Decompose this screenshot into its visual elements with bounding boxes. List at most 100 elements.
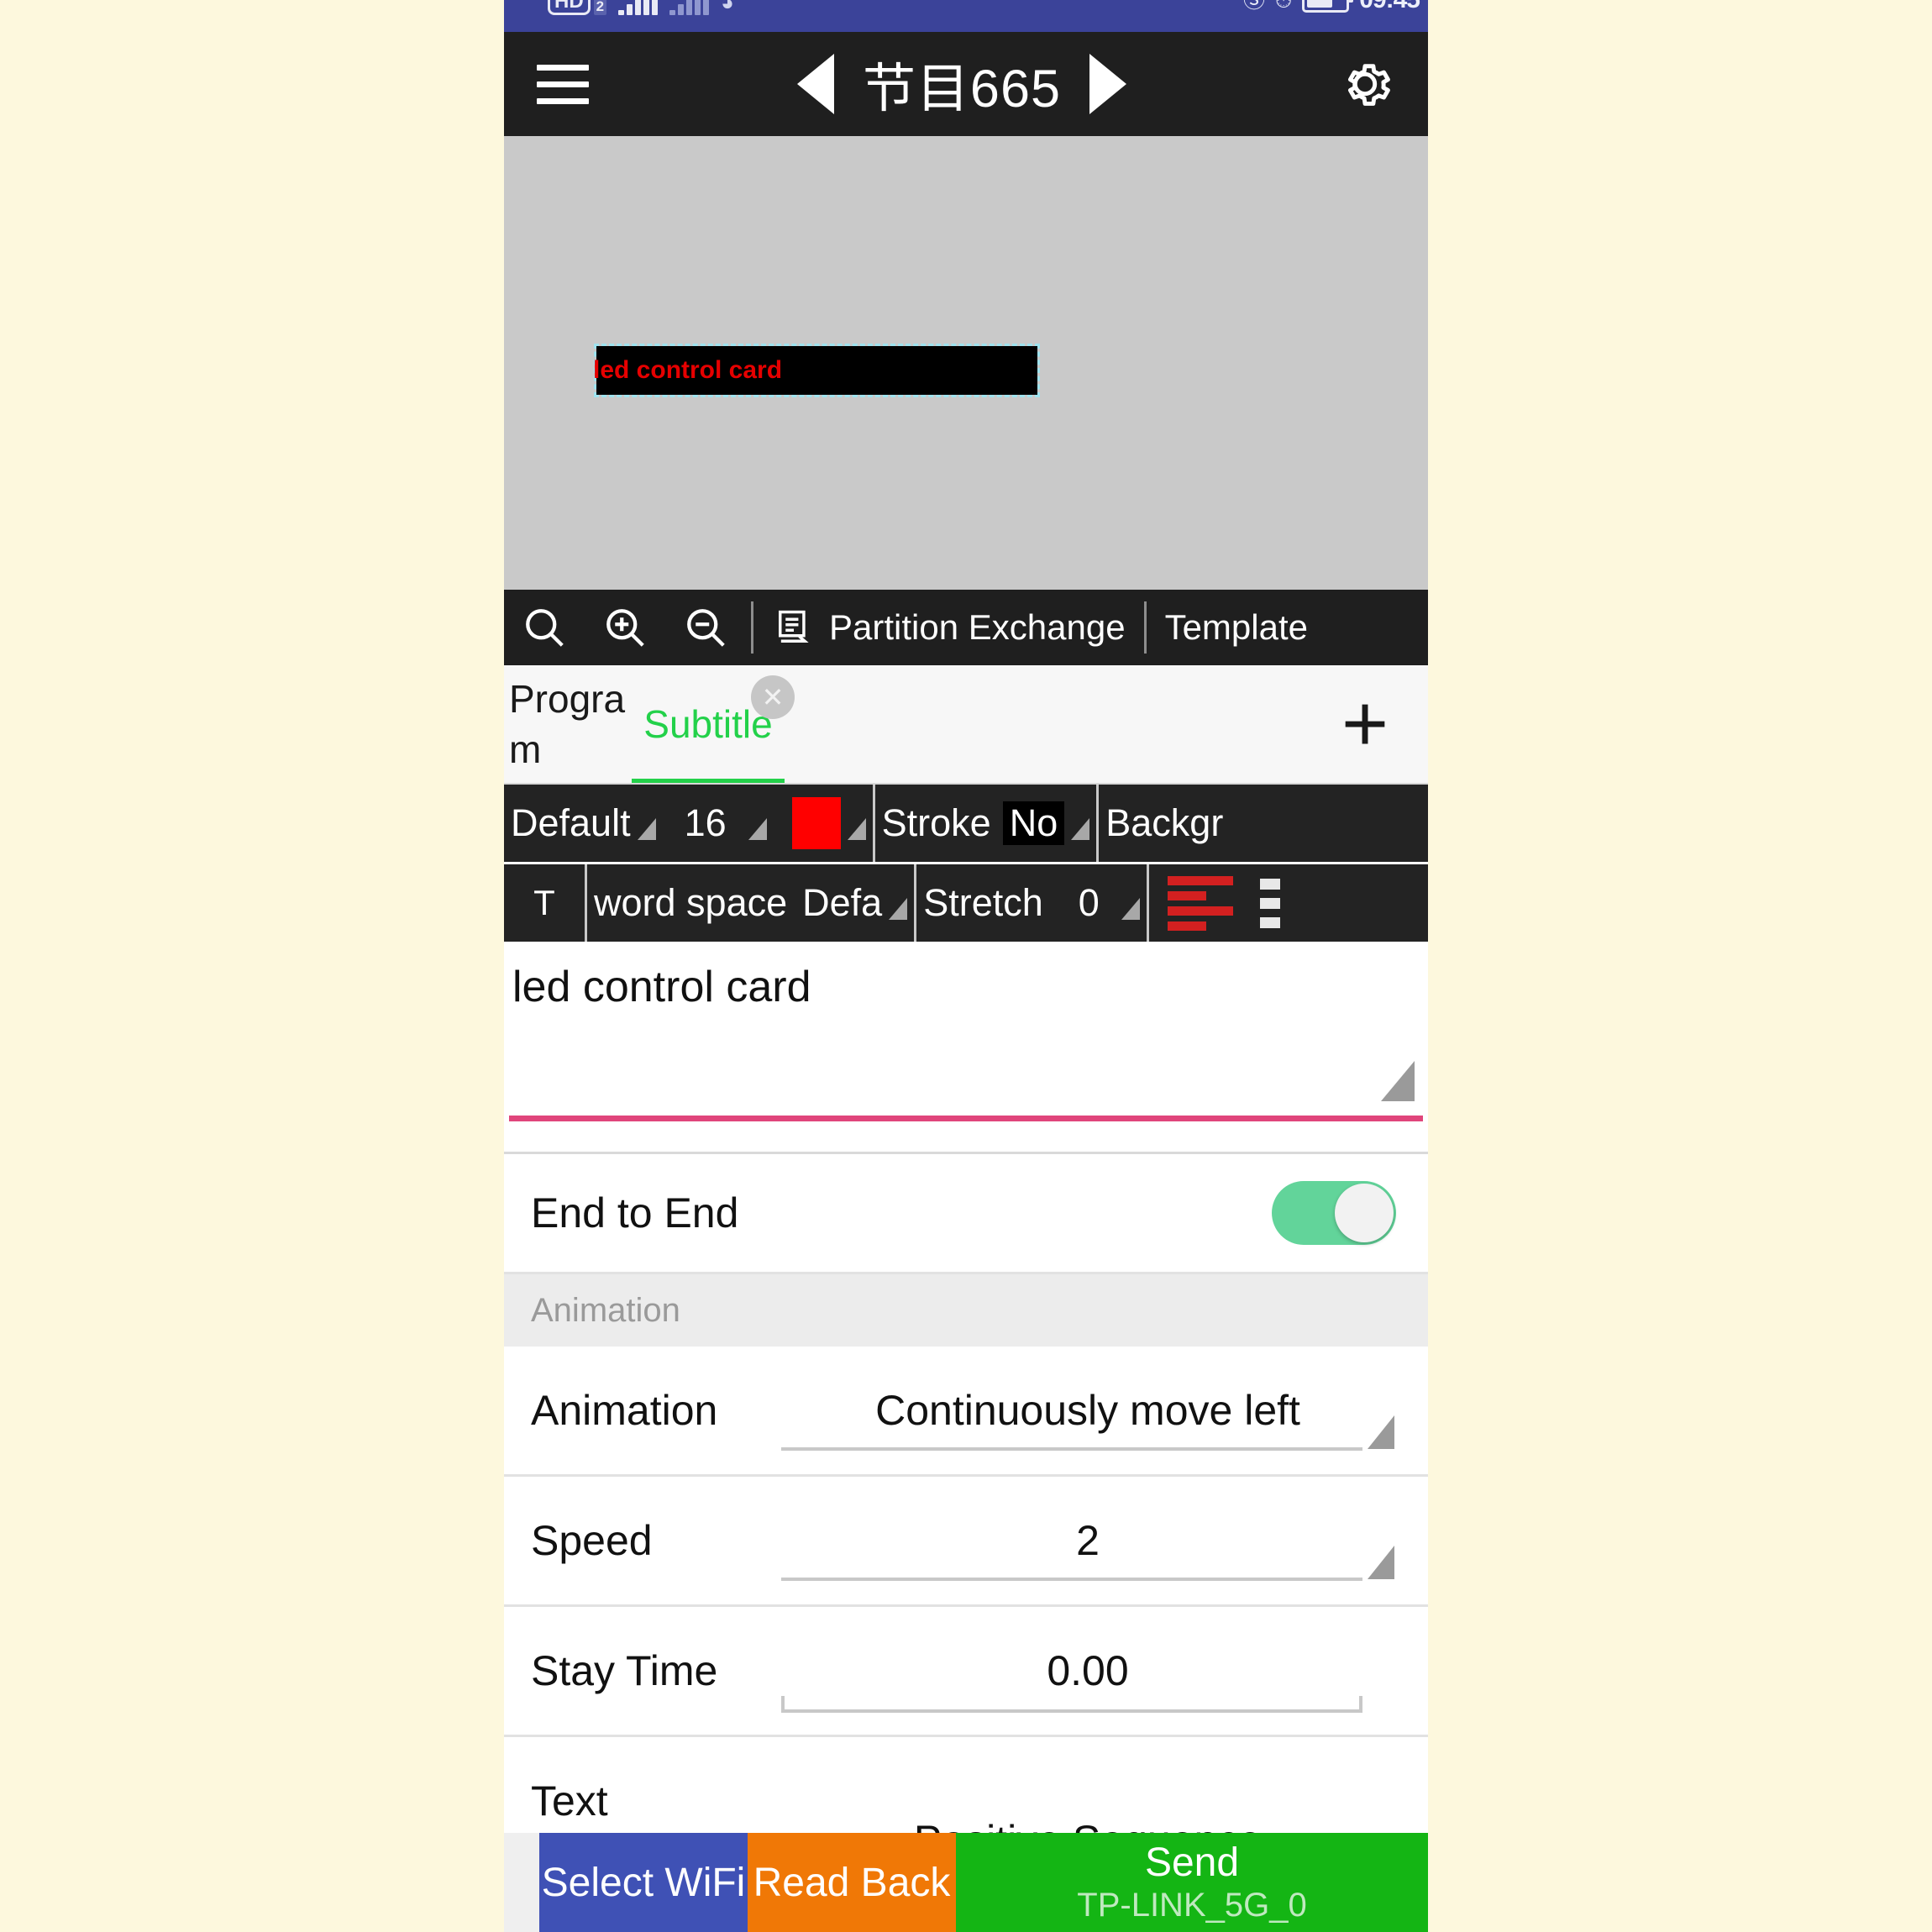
chevron-down-icon bbox=[1071, 818, 1090, 840]
tab-subtitle[interactable]: Subtitle ✕ bbox=[632, 665, 795, 783]
preview-toolbar: Partition Exchange Template bbox=[504, 590, 1428, 665]
phone-screen: HD 2 ◕ Ⓢ ⏱ 09:45 节目665 bbox=[504, 0, 1428, 1932]
divider bbox=[751, 601, 753, 654]
divider bbox=[1143, 601, 1147, 654]
tab-program-label: Program bbox=[509, 677, 626, 771]
subtitle-text-value: led control card bbox=[512, 963, 811, 1011]
active-tab-indicator bbox=[632, 779, 785, 783]
gear-icon[interactable] bbox=[1302, 53, 1428, 115]
input-underline bbox=[509, 1116, 1423, 1121]
hd-label: HD bbox=[548, 0, 591, 15]
font-family-value: Default bbox=[511, 801, 631, 844]
signal-bars-icon bbox=[669, 0, 710, 15]
content-tabs: Program Subtitle ✕ + bbox=[504, 665, 1428, 785]
read-back-label: Read Back bbox=[753, 1860, 951, 1905]
animation-value-wrap[interactable]: Continuously move left bbox=[781, 1347, 1394, 1474]
zoom-out-icon[interactable] bbox=[665, 602, 746, 653]
chevron-down-icon bbox=[637, 818, 656, 840]
chevron-down-icon bbox=[889, 898, 908, 920]
select-wifi-button[interactable]: Select WiFi bbox=[539, 1833, 748, 1932]
animation-section-header: Animation bbox=[504, 1274, 1428, 1347]
font-family-selector[interactable]: Default bbox=[504, 785, 663, 862]
connected-ssid: TP-LINK_5G_0 bbox=[1077, 1887, 1307, 1924]
chevron-down-icon bbox=[1368, 1546, 1394, 1579]
program-navigator: 节目665 bbox=[622, 46, 1302, 123]
background-selector[interactable]: Backgr bbox=[1099, 785, 1230, 862]
chevron-down-icon bbox=[748, 818, 767, 840]
resize-grabber-icon[interactable] bbox=[1381, 1061, 1415, 1101]
end-to-end-row[interactable]: End to End bbox=[504, 1154, 1428, 1274]
subtitle-text-input[interactable]: led control card bbox=[504, 942, 1428, 1130]
status-bar-right-icons: Ⓢ ⏱ 09:45 bbox=[1243, 0, 1420, 13]
speed-value-wrap[interactable]: 2 bbox=[781, 1477, 1394, 1604]
stay-time-value: 0.00 bbox=[1047, 1647, 1129, 1694]
template-button[interactable]: Template bbox=[1152, 607, 1321, 648]
stretch-value: 0 bbox=[1078, 881, 1100, 924]
stretch-label: Stretch bbox=[923, 881, 1043, 924]
next-triangle-icon[interactable] bbox=[1089, 54, 1127, 114]
field-underline bbox=[781, 1578, 1362, 1581]
color-swatch bbox=[791, 797, 841, 849]
text-label: Text bbox=[531, 1777, 608, 1824]
bottom-action-bar: Select WiFi Read Back Send TP-LINK_5G_0 bbox=[504, 1833, 1428, 1932]
nfc-icon: Ⓢ bbox=[1242, 0, 1265, 13]
status-bar: HD 2 ◕ Ⓢ ⏱ 09:45 bbox=[504, 0, 1428, 32]
battery-icon bbox=[1302, 0, 1354, 13]
led-preview-text: led control card bbox=[593, 356, 783, 384]
align-left-icon[interactable] bbox=[1149, 875, 1252, 931]
chevron-down-icon bbox=[1368, 1415, 1394, 1449]
animation-value: Continuously move left bbox=[875, 1387, 1300, 1434]
add-subtitle-button[interactable]: + bbox=[1302, 665, 1428, 783]
chevron-down-icon bbox=[847, 818, 866, 840]
word-space-value: Defa bbox=[802, 881, 883, 924]
stay-time-value-wrap[interactable]: 0.00 bbox=[781, 1607, 1394, 1735]
background-label: Backgr bbox=[1105, 801, 1224, 844]
toggle-knob bbox=[1335, 1184, 1394, 1242]
status-clock: 09:45 bbox=[1359, 0, 1420, 13]
stroke-label: Stroke bbox=[881, 801, 991, 844]
speed-label: Speed bbox=[531, 1517, 653, 1564]
hd-sublabel: 2 bbox=[593, 0, 607, 15]
speed-value: 2 bbox=[1076, 1517, 1100, 1564]
close-icon[interactable]: ✕ bbox=[751, 675, 795, 719]
stretch-selector[interactable]: Stretch 0 bbox=[916, 864, 1147, 942]
font-size-selector[interactable]: 16 bbox=[663, 785, 774, 862]
led-preview-canvas[interactable]: led control card bbox=[504, 136, 1428, 590]
field-underline bbox=[781, 1696, 1362, 1713]
page-title: 节目665 bbox=[862, 59, 1062, 118]
alarm-icon: ⏱ bbox=[1274, 0, 1293, 13]
previous-triangle-icon[interactable] bbox=[796, 54, 834, 114]
font-format-toolbar: Default 16 Stroke No Backgr bbox=[504, 785, 1428, 862]
search-icon[interactable] bbox=[504, 602, 585, 653]
stroke-selector[interactable]: Stroke No bbox=[875, 785, 1097, 862]
select-wifi-label: Select WiFi bbox=[541, 1860, 746, 1905]
speed-row[interactable]: Speed 2 bbox=[504, 1477, 1428, 1607]
font-size-value: 16 bbox=[684, 801, 727, 844]
align-right-icon[interactable] bbox=[1252, 878, 1280, 928]
template-label: Template bbox=[1164, 607, 1308, 647]
animation-row[interactable]: Animation Continuously move left bbox=[504, 1347, 1428, 1477]
field-underline bbox=[781, 1447, 1362, 1451]
stay-time-label: Stay Time bbox=[531, 1647, 718, 1694]
spacer bbox=[504, 1130, 1428, 1154]
zoom-in-icon[interactable] bbox=[585, 602, 665, 653]
end-to-end-toggle[interactable] bbox=[1272, 1181, 1396, 1245]
send-button[interactable]: Send TP-LINK_5G_0 bbox=[956, 1833, 1428, 1932]
font-color-selector[interactable] bbox=[774, 785, 873, 862]
tab-program[interactable]: Program bbox=[504, 665, 632, 783]
partition-exchange-label: Partition Exchange bbox=[829, 607, 1126, 647]
led-partition-block[interactable]: led control card bbox=[593, 344, 1040, 397]
text-style-button[interactable]: T bbox=[504, 883, 585, 923]
end-to-end-label: End to End bbox=[531, 1189, 739, 1236]
stay-time-row[interactable]: Stay Time 0.00 bbox=[504, 1607, 1428, 1737]
read-back-button[interactable]: Read Back bbox=[748, 1833, 956, 1932]
partition-exchange-button[interactable]: Partition Exchange bbox=[759, 606, 1139, 649]
status-bar-left-icons: HD 2 ◕ bbox=[548, 0, 734, 15]
hamburger-icon[interactable] bbox=[504, 64, 622, 104]
send-label: Send bbox=[1144, 1840, 1240, 1885]
signal-bars-icon bbox=[618, 0, 659, 15]
app-bar: 节目665 bbox=[504, 32, 1428, 136]
chevron-down-icon bbox=[1121, 898, 1140, 920]
word-space-selector[interactable]: word space Defa bbox=[587, 864, 914, 942]
animation-label: Animation bbox=[531, 1387, 718, 1434]
